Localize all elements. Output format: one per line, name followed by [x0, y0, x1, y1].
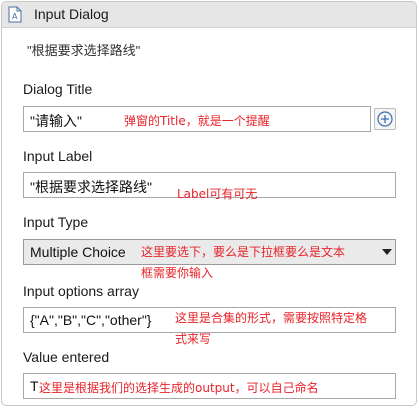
- input-label-label: Input Label: [23, 148, 93, 164]
- input-label-annotation: Label可有可无: [177, 187, 258, 201]
- options-array-annotation-line1: 这里是合集的形式，需要按照特定格: [175, 311, 368, 325]
- dialog-title-value: "请输入": [30, 113, 82, 129]
- value-entered-annotation: 这里是根据我们的选择生成的output，可以自己命名: [39, 381, 319, 395]
- input-label-value: "根据要求选择路线": [30, 179, 152, 195]
- panel-header[interactable]: A Input Dialog: [2, 2, 416, 28]
- dialog-title-label: Dialog Title: [23, 81, 93, 97]
- add-button[interactable]: [374, 108, 396, 130]
- options-array-value: {"A","B","C","other"}: [30, 312, 152, 328]
- value-entered-label: Value entered: [23, 349, 110, 365]
- dialog-title-annotation: 弹窗的Title，就是一个提醒: [124, 114, 270, 128]
- panel-subtitle: "根据要求选择路线": [27, 43, 141, 58]
- dialog-icon: A: [8, 6, 22, 23]
- input-type-label: Input Type: [23, 214, 89, 230]
- panel-title: Input Dialog: [34, 6, 109, 22]
- value-entered-value: T: [30, 378, 39, 394]
- options-array-annotation-line2: 式来写: [175, 332, 212, 346]
- plus-circle-icon: [377, 111, 393, 127]
- input-type-selected: Multiple Choice: [30, 244, 126, 260]
- input-type-annotation-line1: 这里要选下，要么是下拉框要么是文本: [141, 245, 346, 259]
- svg-text:A: A: [12, 12, 18, 21]
- chevron-down-icon[interactable]: [382, 249, 392, 255]
- input-type-annotation-line2: 框需要你输入: [141, 266, 214, 280]
- options-array-label: Input options array: [23, 283, 139, 299]
- input-dialog-panel: A Input Dialog "根据要求选择路线" Dialog Title "…: [1, 1, 417, 406]
